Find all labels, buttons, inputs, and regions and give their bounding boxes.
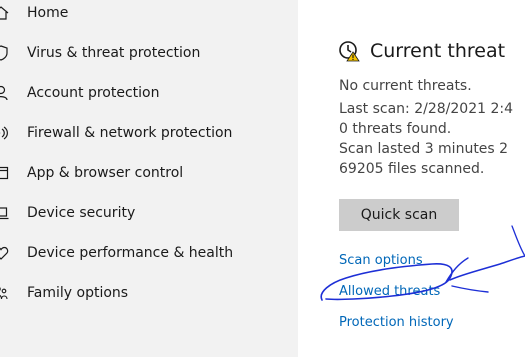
files-scanned-text: 69205 files scanned.: [339, 161, 485, 177]
sidebar-item-label: App & browser control: [27, 165, 184, 181]
sidebar-item-account-protection[interactable]: Account protection: [0, 73, 298, 113]
last-scan-text: Last scan: 2/28/2021 2:4: [339, 101, 513, 117]
app-window-icon: [0, 165, 9, 181]
sidebar-item-virus-threat-protection[interactable]: Virus & threat protection: [0, 33, 298, 73]
sidebar-item-family-options[interactable]: Family options: [0, 273, 298, 313]
sidebar-item-home[interactable]: Home: [0, 0, 298, 33]
home-icon: [0, 5, 9, 21]
scan-options-link[interactable]: Scan options: [339, 253, 423, 268]
sidebar-item-device-performance-health[interactable]: Device performance & health: [0, 233, 298, 273]
sidebar-item-label: Device security: [27, 205, 136, 221]
sidebar-item-label: Device performance & health: [27, 245, 234, 261]
scan-duration-text: Scan lasted 3 minutes 2: [339, 141, 509, 157]
sidebar-item-label: Family options: [27, 285, 129, 301]
sidebar-item-label: Virus & threat protection: [27, 45, 201, 61]
protection-history-link[interactable]: Protection history: [339, 315, 454, 330]
sidebar-item-label: Account protection: [27, 85, 160, 101]
sidebar-item-firewall-network-protection[interactable]: Firewall & network protection: [0, 113, 298, 153]
sidebar: Home Virus & threat protection Account p…: [0, 0, 298, 357]
main-panel: Current threat No current threats. Last …: [298, 0, 525, 357]
threats-found-text: 0 threats found.: [339, 121, 452, 137]
sidebar-item-app-browser-control[interactable]: App & browser control: [0, 153, 298, 193]
laptop-icon: [0, 205, 9, 221]
sidebar-item-label: Firewall & network protection: [27, 125, 233, 141]
wifi-icon: [0, 125, 9, 141]
allowed-threats-link[interactable]: Allowed threats: [339, 284, 440, 299]
shield-icon: [0, 45, 9, 61]
section-header: Current threat: [338, 40, 505, 62]
status-text: No current threats.: [339, 78, 472, 94]
sidebar-item-device-security[interactable]: Device security: [0, 193, 298, 233]
page-title: Current threat: [370, 40, 506, 62]
person-icon: [0, 85, 9, 101]
quick-scan-button[interactable]: Quick scan: [339, 199, 459, 231]
family-icon: [0, 285, 9, 301]
heart-icon: [0, 245, 9, 261]
clock-warning-icon: [338, 40, 360, 62]
sidebar-item-label: Home: [27, 5, 69, 21]
